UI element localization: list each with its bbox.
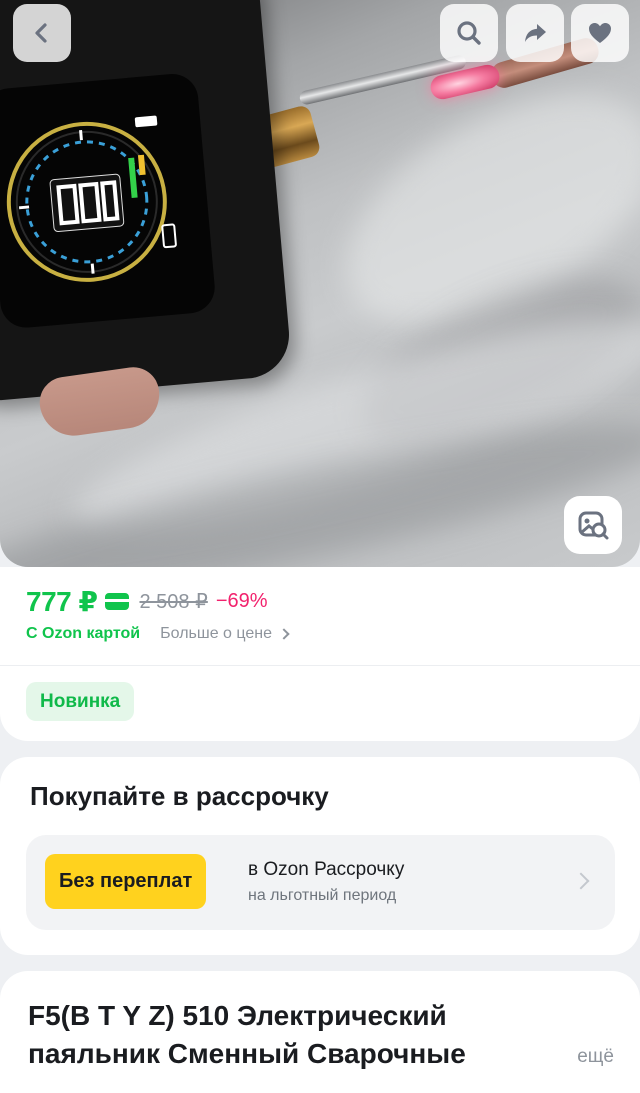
search-icon: [457, 21, 481, 45]
more-link[interactable]: ещё: [577, 1046, 614, 1068]
chevron-left-icon: [35, 23, 47, 43]
search-button[interactable]: [440, 4, 498, 62]
share-button[interactable]: [506, 4, 564, 62]
chevron-right-icon: [572, 872, 590, 890]
current-price: 777 ₽: [26, 586, 98, 617]
more-about-price-link[interactable]: Больше о цене: [160, 625, 272, 643]
installment-offer[interactable]: Без переплат в Ozon Рассрочку на льготны…: [26, 835, 615, 930]
price-card: 777 ₽ 2 508 ₽ −69% С Ozon картой Больше …: [0, 567, 640, 741]
back-button[interactable]: [13, 4, 71, 62]
installment-title: Покупайте в рассрочку: [30, 781, 329, 811]
price-row: 777 ₽ 2 508 ₽ −69%: [26, 585, 268, 618]
new-badge: Новинка: [26, 682, 135, 721]
favorite-button[interactable]: [571, 4, 629, 62]
installment-card: Покупайте в рассрочку Без переплат в Ozo…: [0, 757, 640, 955]
heart-icon: [589, 23, 611, 43]
image-search-icon: [578, 511, 609, 540]
device-screen: [0, 71, 217, 330]
old-price: 2 508 ₽: [139, 591, 208, 613]
product-image[interactable]: [0, 0, 640, 567]
ozon-card-icon: [105, 593, 130, 610]
no-overpay-button[interactable]: Без переплат: [45, 854, 207, 909]
image-search-button[interactable]: [564, 496, 622, 554]
installment-line-2: на льготный период: [248, 887, 397, 904]
installment-line-1: в Ozon Рассрочку: [248, 859, 405, 880]
product-title-card: F5(B T Y Z) 510 Электрический паяльник С…: [0, 971, 640, 1093]
gauge-dial-illustration: [6, 115, 177, 282]
ozon-card-label: С Ozon картой: [26, 625, 141, 642]
product-title: F5(B T Y Z) 510 Электрический паяльник С…: [28, 1000, 466, 1069]
divider: [0, 665, 640, 666]
price-sub-row: С Ozon картой Больше о цене: [26, 625, 290, 643]
discount-percent: −69%: [215, 590, 268, 612]
share-arrow-icon: [525, 24, 546, 42]
chevron-right-icon: [278, 628, 290, 640]
